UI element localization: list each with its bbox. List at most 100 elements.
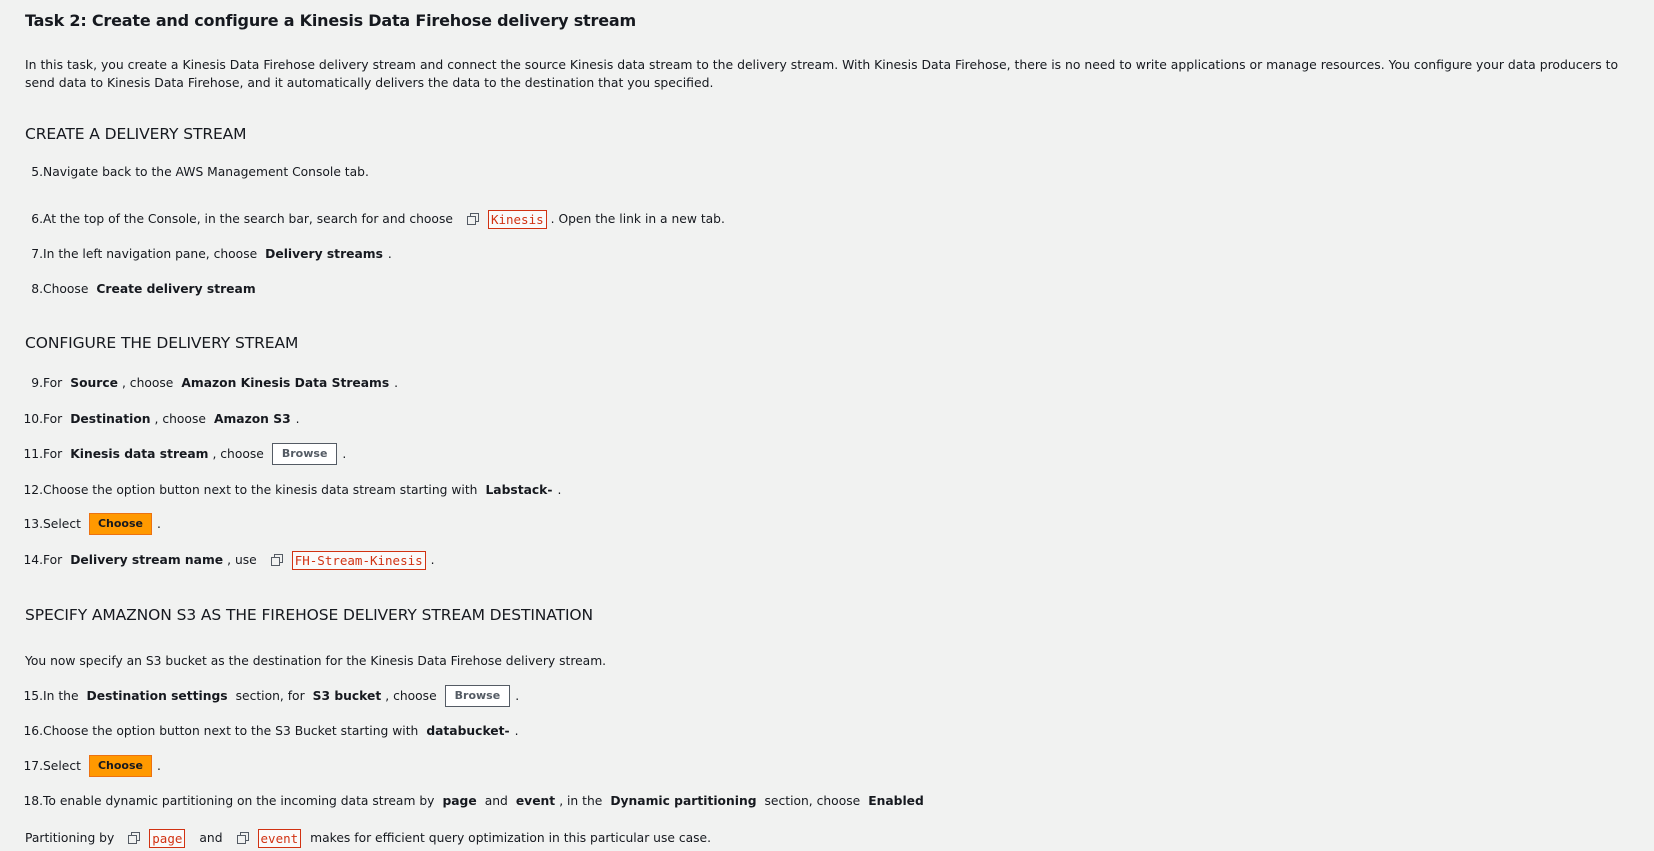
code-snippet[interactable]: event xyxy=(257,828,302,848)
browse-button[interactable]: Browse xyxy=(271,443,338,465)
step-text-post: . xyxy=(394,376,399,390)
step-bold: S3 bucket xyxy=(312,689,382,703)
step-text: In the left navigation pane, choose xyxy=(43,247,258,261)
step-bold: Amazon Kinesis Data Streams xyxy=(181,376,390,390)
step-number: 13. xyxy=(23,517,43,531)
step-bold: Amazon S3 xyxy=(213,412,291,426)
step-14: 14. For Delivery stream name , use FH-St… xyxy=(0,547,1654,573)
step-12: 12. Choose the option button next to the… xyxy=(0,477,1654,503)
step-number: 15. xyxy=(23,689,43,703)
lab-instructions: Task 2: Create and configure a Kinesis D… xyxy=(0,0,1654,848)
step-text-post: . xyxy=(156,759,161,773)
step-number: 6. xyxy=(31,212,43,226)
step-text-mid: section, choose xyxy=(764,794,861,808)
step-number: 14. xyxy=(23,553,43,567)
copy-icon[interactable] xyxy=(236,832,249,844)
step-number: 16. xyxy=(23,724,43,738)
copy-icon[interactable] xyxy=(128,832,141,844)
step-bold: Enabled xyxy=(868,794,924,808)
step-number: 18. xyxy=(23,794,43,808)
step-text-mid: section, for xyxy=(235,689,305,703)
task-title: Task 2: Create and configure a Kinesis D… xyxy=(25,11,636,30)
code-snippet[interactable]: Kinesis xyxy=(487,209,547,229)
step-number: 5. xyxy=(31,165,43,179)
step-15: 15. In the Destination settings section,… xyxy=(0,683,1654,709)
step-text: Choose the option button next to the kin… xyxy=(43,483,478,497)
step-13: 13. Select Choose . xyxy=(0,511,1654,537)
step-text: To enable dynamic partitioning on the in… xyxy=(43,794,435,808)
step-text-mid: , in the xyxy=(559,794,603,808)
step-text: Select xyxy=(43,517,81,531)
step-number: 10. xyxy=(23,412,43,426)
specify-note: You now specify an S3 bucket as the dest… xyxy=(25,654,607,668)
step-7: 7. In the left navigation pane, choose D… xyxy=(0,241,1654,267)
task-intro: In this task, you create a Kinesis Data … xyxy=(25,57,1619,90)
partition-note: Partitioning by page and event makes for… xyxy=(25,825,711,851)
step-number: 9. xyxy=(31,376,43,390)
step-bold: Kinesis data stream xyxy=(70,447,209,461)
step-bold: Source xyxy=(70,376,118,390)
step-number: 12. xyxy=(23,483,43,497)
step-text-post: . xyxy=(514,724,519,738)
step-8: 8. Choose Create delivery stream xyxy=(0,276,1654,302)
choose-button[interactable]: Choose xyxy=(88,513,152,535)
step-number: 11. xyxy=(23,447,43,461)
step-5: 5. Navigate back to the AWS Management C… xyxy=(0,159,1654,185)
step-text: Select xyxy=(43,759,81,773)
step-bold: databucket- xyxy=(426,724,510,738)
step-text: Navigate back to the AWS Management Cons… xyxy=(43,165,369,179)
section-specify-heading: SPECIFY AMAZNON S3 AS THE FIREHOSE DELIV… xyxy=(25,606,594,624)
step-bold: Delivery stream name xyxy=(70,553,224,567)
step-text-post: . xyxy=(430,553,435,567)
step-text-post: . xyxy=(515,689,520,703)
step-text: For xyxy=(43,412,63,426)
step-text-mid: , choose xyxy=(121,376,174,390)
step-text-post: . Open the link in a new tab. xyxy=(550,212,725,226)
choose-button[interactable]: Choose xyxy=(88,755,152,777)
step-text-post: . xyxy=(557,483,562,497)
step-18: 18. To enable dynamic partitioning on th… xyxy=(0,788,1654,814)
step-text-post: . xyxy=(295,412,300,426)
step-9: 9. For Source , choose Amazon Kinesis Da… xyxy=(0,370,1654,396)
step-text: At the top of the Console, in the search… xyxy=(43,212,453,226)
step-text-post: . xyxy=(387,247,392,261)
step-text-mid: , choose xyxy=(385,689,437,703)
note-text: Partitioning by xyxy=(25,831,115,845)
step-16: 16. Choose the option button next to the… xyxy=(0,718,1654,744)
step-text: Choose xyxy=(43,282,89,296)
step-text-mid: , choose xyxy=(212,447,264,461)
copy-icon[interactable] xyxy=(270,554,283,566)
code-snippet[interactable]: page xyxy=(149,828,186,848)
step-text: In the xyxy=(43,689,79,703)
step-text: For xyxy=(43,376,63,390)
step-bold: Create delivery stream xyxy=(96,282,256,296)
step-11: 11. For Kinesis data stream , choose Bro… xyxy=(0,441,1654,467)
step-bold: event xyxy=(515,794,556,808)
browse-button[interactable]: Browse xyxy=(444,685,511,707)
step-bold: Destination xyxy=(70,412,151,426)
step-17: 17. Select Choose . xyxy=(0,753,1654,779)
step-text-mid: and xyxy=(484,794,508,808)
note-text-mid: and xyxy=(199,831,223,845)
step-10: 10. For Destination , choose Amazon S3 . xyxy=(0,406,1654,432)
step-text-post: . xyxy=(342,447,347,461)
copy-icon[interactable] xyxy=(466,213,479,225)
step-bold: Destination settings xyxy=(86,689,228,703)
section-create-heading: CREATE A DELIVERY STREAM xyxy=(25,125,247,143)
step-bold: Delivery streams xyxy=(265,247,383,261)
step-number: 7. xyxy=(31,247,43,261)
step-text: For xyxy=(43,447,63,461)
step-bold: Dynamic partitioning xyxy=(610,794,757,808)
step-text-mid: , use xyxy=(227,553,257,567)
note-text-post: makes for efficient query optimization i… xyxy=(310,831,712,845)
step-text-mid: , choose xyxy=(154,412,206,426)
step-number: 17. xyxy=(23,759,43,773)
code-snippet[interactable]: FH-Stream-Kinesis xyxy=(291,550,426,570)
step-text: For xyxy=(43,553,63,567)
section-configure-heading: CONFIGURE THE DELIVERY STREAM xyxy=(25,334,299,352)
step-bold: Labstack- xyxy=(485,483,553,497)
step-text: Choose the option button next to the S3 … xyxy=(43,724,419,738)
step-number: 8. xyxy=(31,282,43,296)
step-bold: page xyxy=(442,794,477,808)
step-6: 6. At the top of the Console, in the sea… xyxy=(0,206,1654,232)
